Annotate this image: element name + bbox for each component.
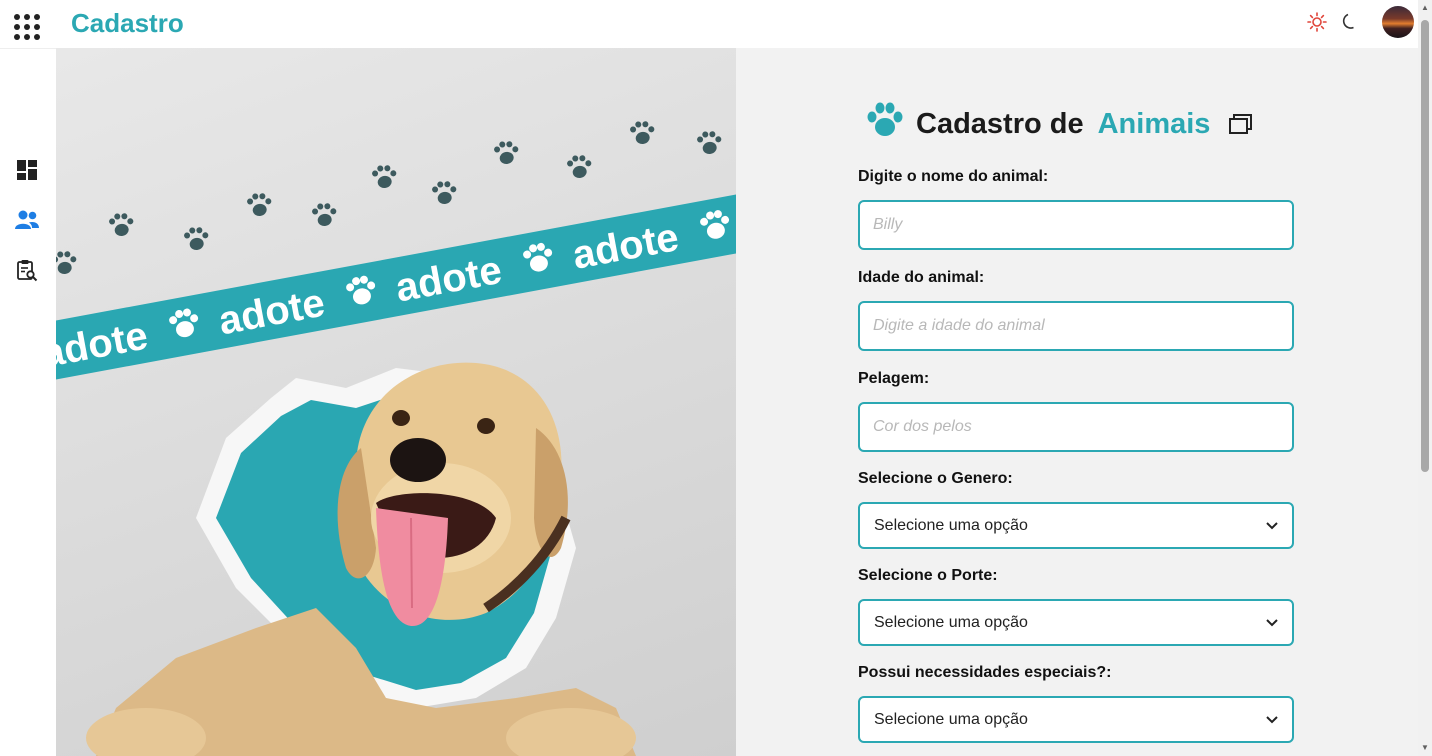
- clipboard-search-icon: [17, 260, 38, 282]
- gender-label: Selecione o Genero:: [858, 470, 1013, 487]
- coat-label: Pelagem:: [858, 370, 930, 387]
- sidebar: [0, 48, 56, 756]
- size-label: Selecione o Porte:: [858, 567, 998, 584]
- hero-image: adote adote adote adote: [56, 48, 736, 756]
- scroll-thumb[interactable]: [1421, 20, 1429, 472]
- sidebar-item-dashboard[interactable]: [14, 157, 40, 183]
- form-title: Cadastro de Animais: [866, 102, 1254, 146]
- special-needs-label: Possui necessidades especiais?:: [858, 664, 1112, 681]
- paw-icon: [866, 102, 904, 146]
- sidebar-item-users[interactable]: [14, 207, 40, 233]
- name-label: Digite o nome do animal:: [858, 168, 1049, 185]
- chevron-down-icon: [1266, 711, 1278, 729]
- coat-input[interactable]: [858, 402, 1294, 452]
- avatar[interactable]: [1382, 6, 1414, 38]
- form-title-text: Cadastro de: [916, 107, 1084, 140]
- window-restore-icon[interactable]: [1228, 113, 1254, 135]
- dashboard-icon: [17, 160, 37, 180]
- scroll-down-arrow-icon[interactable]: ▼: [1421, 744, 1429, 752]
- apps-grid-icon[interactable]: [14, 14, 40, 40]
- size-select[interactable]: Selecione uma opção: [858, 599, 1294, 646]
- name-input[interactable]: [858, 200, 1294, 250]
- scroll-up-arrow-icon[interactable]: ▲: [1421, 4, 1429, 12]
- special-needs-select[interactable]: Selecione uma opção: [858, 696, 1294, 743]
- special-needs-select-value: Selecione uma opção: [874, 710, 1028, 728]
- users-icon: [15, 210, 39, 229]
- page-scrollbar[interactable]: ▲ ▼: [1418, 0, 1432, 756]
- sun-icon[interactable]: [1306, 11, 1328, 33]
- form-title-accent: Animais: [1097, 107, 1211, 140]
- header-actions: [1306, 6, 1414, 38]
- sidebar-item-reports[interactable]: [14, 257, 40, 283]
- app-title: Cadastro: [71, 8, 184, 38]
- gender-select[interactable]: Selecione uma opção: [858, 502, 1294, 549]
- chevron-down-icon: [1266, 614, 1278, 632]
- chevron-down-icon: [1266, 517, 1278, 535]
- adote-banner: adote adote adote adote: [56, 181, 736, 389]
- top-bar: Cadastro: [0, 0, 1418, 48]
- size-select-value: Selecione uma opção: [874, 613, 1028, 631]
- moon-icon[interactable]: [1338, 11, 1360, 33]
- gender-select-value: Selecione uma opção: [874, 516, 1028, 534]
- form-panel: Cadastro de Animais Digite o nome do ani…: [736, 48, 1418, 756]
- age-label: Idade do animal:: [858, 269, 985, 286]
- age-input[interactable]: [858, 301, 1294, 351]
